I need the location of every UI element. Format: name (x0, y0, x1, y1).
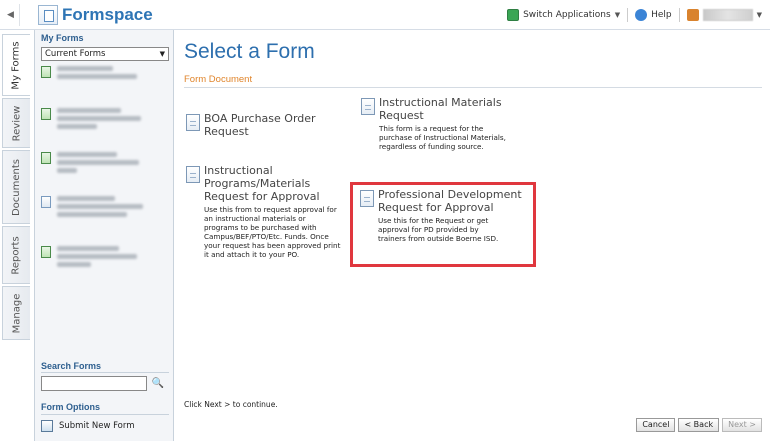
next-button[interactable]: Next > (722, 418, 762, 432)
top-right-menu: Switch Applications ▼ Help ▼ (507, 8, 762, 22)
switch-apps-icon (507, 9, 520, 21)
list-item[interactable] (41, 152, 169, 173)
chevron-down-icon: ▼ (159, 50, 165, 58)
wizard-buttons: Cancel < Back Next > (636, 418, 762, 432)
form-description: This form is a request for the purchase … (379, 124, 506, 151)
user-icon[interactable] (686, 9, 699, 21)
chevron-down-icon[interactable]: ▼ (615, 11, 620, 19)
user-name-redacted[interactable] (702, 9, 753, 21)
list-item[interactable] (41, 66, 169, 79)
tab-my-forms[interactable]: My Forms (2, 34, 30, 96)
search-input[interactable] (41, 376, 147, 391)
form-option-boa-purchase-order[interactable]: BOA Purchase Order Request (186, 112, 336, 138)
redacted-text (57, 66, 137, 79)
back-button[interactable]: < Back (678, 418, 720, 432)
document-icon (361, 98, 375, 115)
form-icon (41, 108, 51, 120)
document-icon (186, 166, 200, 183)
formspace-logo-icon (38, 5, 58, 25)
form-options-heading: Form Options (41, 402, 100, 412)
section-label: Form Document (184, 74, 253, 85)
search-icon[interactable]: 🔍 (150, 376, 166, 391)
app-name: Formspace (62, 5, 153, 24)
top-bar: ◀ Formspace Switch Applications ▼ Help ▼ (0, 0, 770, 30)
tab-manage[interactable]: Manage (2, 286, 30, 340)
redacted-text (57, 108, 141, 129)
form-option-instructional-programs[interactable]: Instructional Programs/Materials Request… (186, 164, 344, 259)
form-option-instructional-materials[interactable]: Instructional Materials Request This for… (361, 96, 521, 151)
collapse-panel-button[interactable]: ◀ (2, 4, 20, 26)
continue-hint: Click Next > to continue. (184, 400, 278, 409)
document-icon (186, 114, 200, 131)
selection-highlight-box (350, 182, 536, 267)
divider (627, 8, 629, 22)
list-item[interactable] (41, 246, 169, 267)
redacted-text (57, 152, 139, 173)
redacted-text (57, 246, 137, 267)
list-item[interactable] (41, 108, 169, 129)
page-title: Select a Form (184, 40, 315, 63)
form-icon (41, 66, 51, 78)
document-icon (41, 196, 51, 208)
vertical-tabs: My Forms Review Documents Reports Manage (0, 30, 34, 441)
forms-filter-select[interactable]: Current Forms ▼ (41, 47, 169, 61)
divider (41, 372, 169, 373)
switch-applications-link[interactable]: Switch Applications (523, 10, 611, 20)
tab-documents[interactable]: Documents (2, 150, 30, 224)
help-icon (635, 9, 648, 21)
search-forms-heading: Search Forms (41, 361, 102, 371)
new-form-icon (41, 420, 53, 432)
divider (41, 414, 169, 415)
my-forms-panel: My Forms Current Forms ▼ Search Forms 🔍 … (34, 30, 174, 441)
panel-title: My Forms (41, 33, 84, 43)
cancel-button[interactable]: Cancel (636, 418, 676, 432)
list-item[interactable] (41, 196, 169, 217)
divider (678, 8, 680, 22)
form-icon (41, 152, 51, 164)
help-link[interactable]: Help (651, 10, 672, 20)
tab-reports[interactable]: Reports (2, 226, 30, 284)
tab-review[interactable]: Review (2, 98, 30, 148)
redacted-text (57, 196, 143, 217)
form-description: Use this from to request approval for an… (204, 205, 341, 259)
app-logo[interactable]: Formspace (38, 4, 153, 26)
divider (184, 87, 762, 88)
form-icon (41, 246, 51, 258)
chevron-down-icon[interactable]: ▼ (757, 11, 762, 19)
submit-new-form-button[interactable]: Submit New Form (41, 420, 135, 432)
main-content: Select a Form Form Document BOA Purchase… (174, 30, 770, 441)
